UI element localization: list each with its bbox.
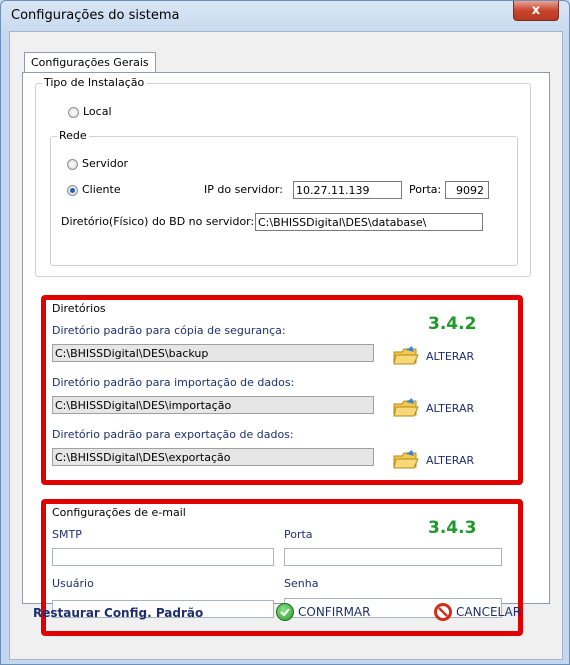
folder-icon	[392, 398, 420, 418]
alterar-backup-button[interactable]: ALTERAR	[392, 346, 474, 366]
porta-email-label: Porta	[284, 528, 313, 541]
importacao-dir-label: Diretório padrão para importação de dado…	[52, 376, 295, 389]
backup-dir-input[interactable]: C:\BHISSDigital\DES\backup	[52, 344, 374, 362]
cancelar-label: CANCELAR	[456, 605, 522, 619]
tab-configuracoes-gerais[interactable]: Configurações Gerais	[24, 52, 156, 73]
alterar-exportacao-button[interactable]: ALTERAR	[392, 450, 474, 470]
cliente-radio[interactable]	[67, 185, 78, 196]
title-bar: Configurações do sistema x	[1, 1, 569, 31]
tab-panel: Tipo de Instalação Local Rede Servidor C…	[22, 72, 550, 636]
local-radio[interactable]	[68, 107, 79, 118]
backup-dir-label: Diretório padrão para cópia de segurança…	[52, 324, 286, 337]
alterar-importacao-button[interactable]: ALTERAR	[392, 398, 474, 418]
usuario-label: Usuário	[52, 577, 94, 590]
exportacao-dir-input[interactable]: C:\BHISSDigital\DES\exportação	[52, 448, 374, 466]
rede-legend: Rede	[57, 129, 89, 143]
porta-servidor-label: Porta:	[409, 183, 442, 196]
diretorios-group: Diretórios 3.4.2 Diretório padrão para c…	[50, 302, 512, 476]
window-title: Configurações do sistema	[11, 8, 180, 23]
alterar-backup-label: ALTERAR	[426, 349, 475, 363]
local-label: Local	[83, 105, 112, 118]
close-icon: x	[531, 3, 541, 18]
alterar-importacao-label: ALTERAR	[426, 401, 475, 415]
confirmar-button[interactable]: CONFIRMAR	[276, 603, 370, 621]
instalacao-legend: Tipo de Instalação	[42, 76, 147, 90]
importacao-dir-input[interactable]: C:\BHISSDigital\DES\importação	[52, 396, 374, 414]
smtp-input[interactable]	[52, 548, 274, 566]
alterar-exportacao-label: ALTERAR	[426, 453, 475, 467]
config-window: Configurações do sistema x Configurações…	[0, 0, 570, 665]
annotation-3-4-3: 3.4.3	[428, 518, 477, 538]
ip-servidor-label: IP do servidor:	[204, 183, 283, 196]
annotation-3-4-2: 3.4.2	[428, 314, 477, 334]
senha-label: Senha	[284, 577, 319, 590]
restaurar-config-button[interactable]: Restaurar Config. Padrão	[33, 606, 203, 620]
folder-icon	[392, 450, 420, 470]
cliente-label: Cliente	[82, 183, 121, 196]
cancel-icon	[434, 603, 452, 621]
diretorio-bd-input[interactable]: C:\BHISSDigital\DES\database\	[255, 213, 483, 231]
diretorios-legend: Diretórios	[50, 302, 108, 316]
check-icon	[276, 603, 294, 621]
confirmar-label: CONFIRMAR	[298, 605, 371, 619]
porta-email-input[interactable]	[284, 548, 502, 566]
cancelar-button[interactable]: CANCELAR	[434, 603, 521, 621]
instalacao-group: Tipo de Instalação Local Rede Servidor C…	[35, 76, 531, 277]
folder-icon	[392, 346, 420, 366]
client-area: Configurações Gerais Tipo de Instalação …	[9, 31, 563, 660]
ip-servidor-input[interactable]: 10.27.11.139	[293, 181, 402, 199]
diretorio-bd-label: Diretório(Físico) do BD no servidor:	[61, 215, 255, 228]
close-button[interactable]: x	[513, 1, 559, 21]
exportacao-dir-label: Diretório padrão para exportação de dado…	[52, 428, 294, 441]
servidor-radio[interactable]	[67, 159, 78, 170]
porta-servidor-input[interactable]: 9092	[445, 181, 489, 199]
rede-group: Rede Servidor Cliente IP do servidor: 10…	[50, 129, 518, 266]
restaurar-config-label: Restaurar Config. Padrão	[33, 606, 204, 620]
smtp-label: SMTP	[52, 528, 82, 541]
email-legend: Configurações de e-mail	[50, 506, 188, 520]
servidor-label: Servidor	[82, 157, 129, 170]
